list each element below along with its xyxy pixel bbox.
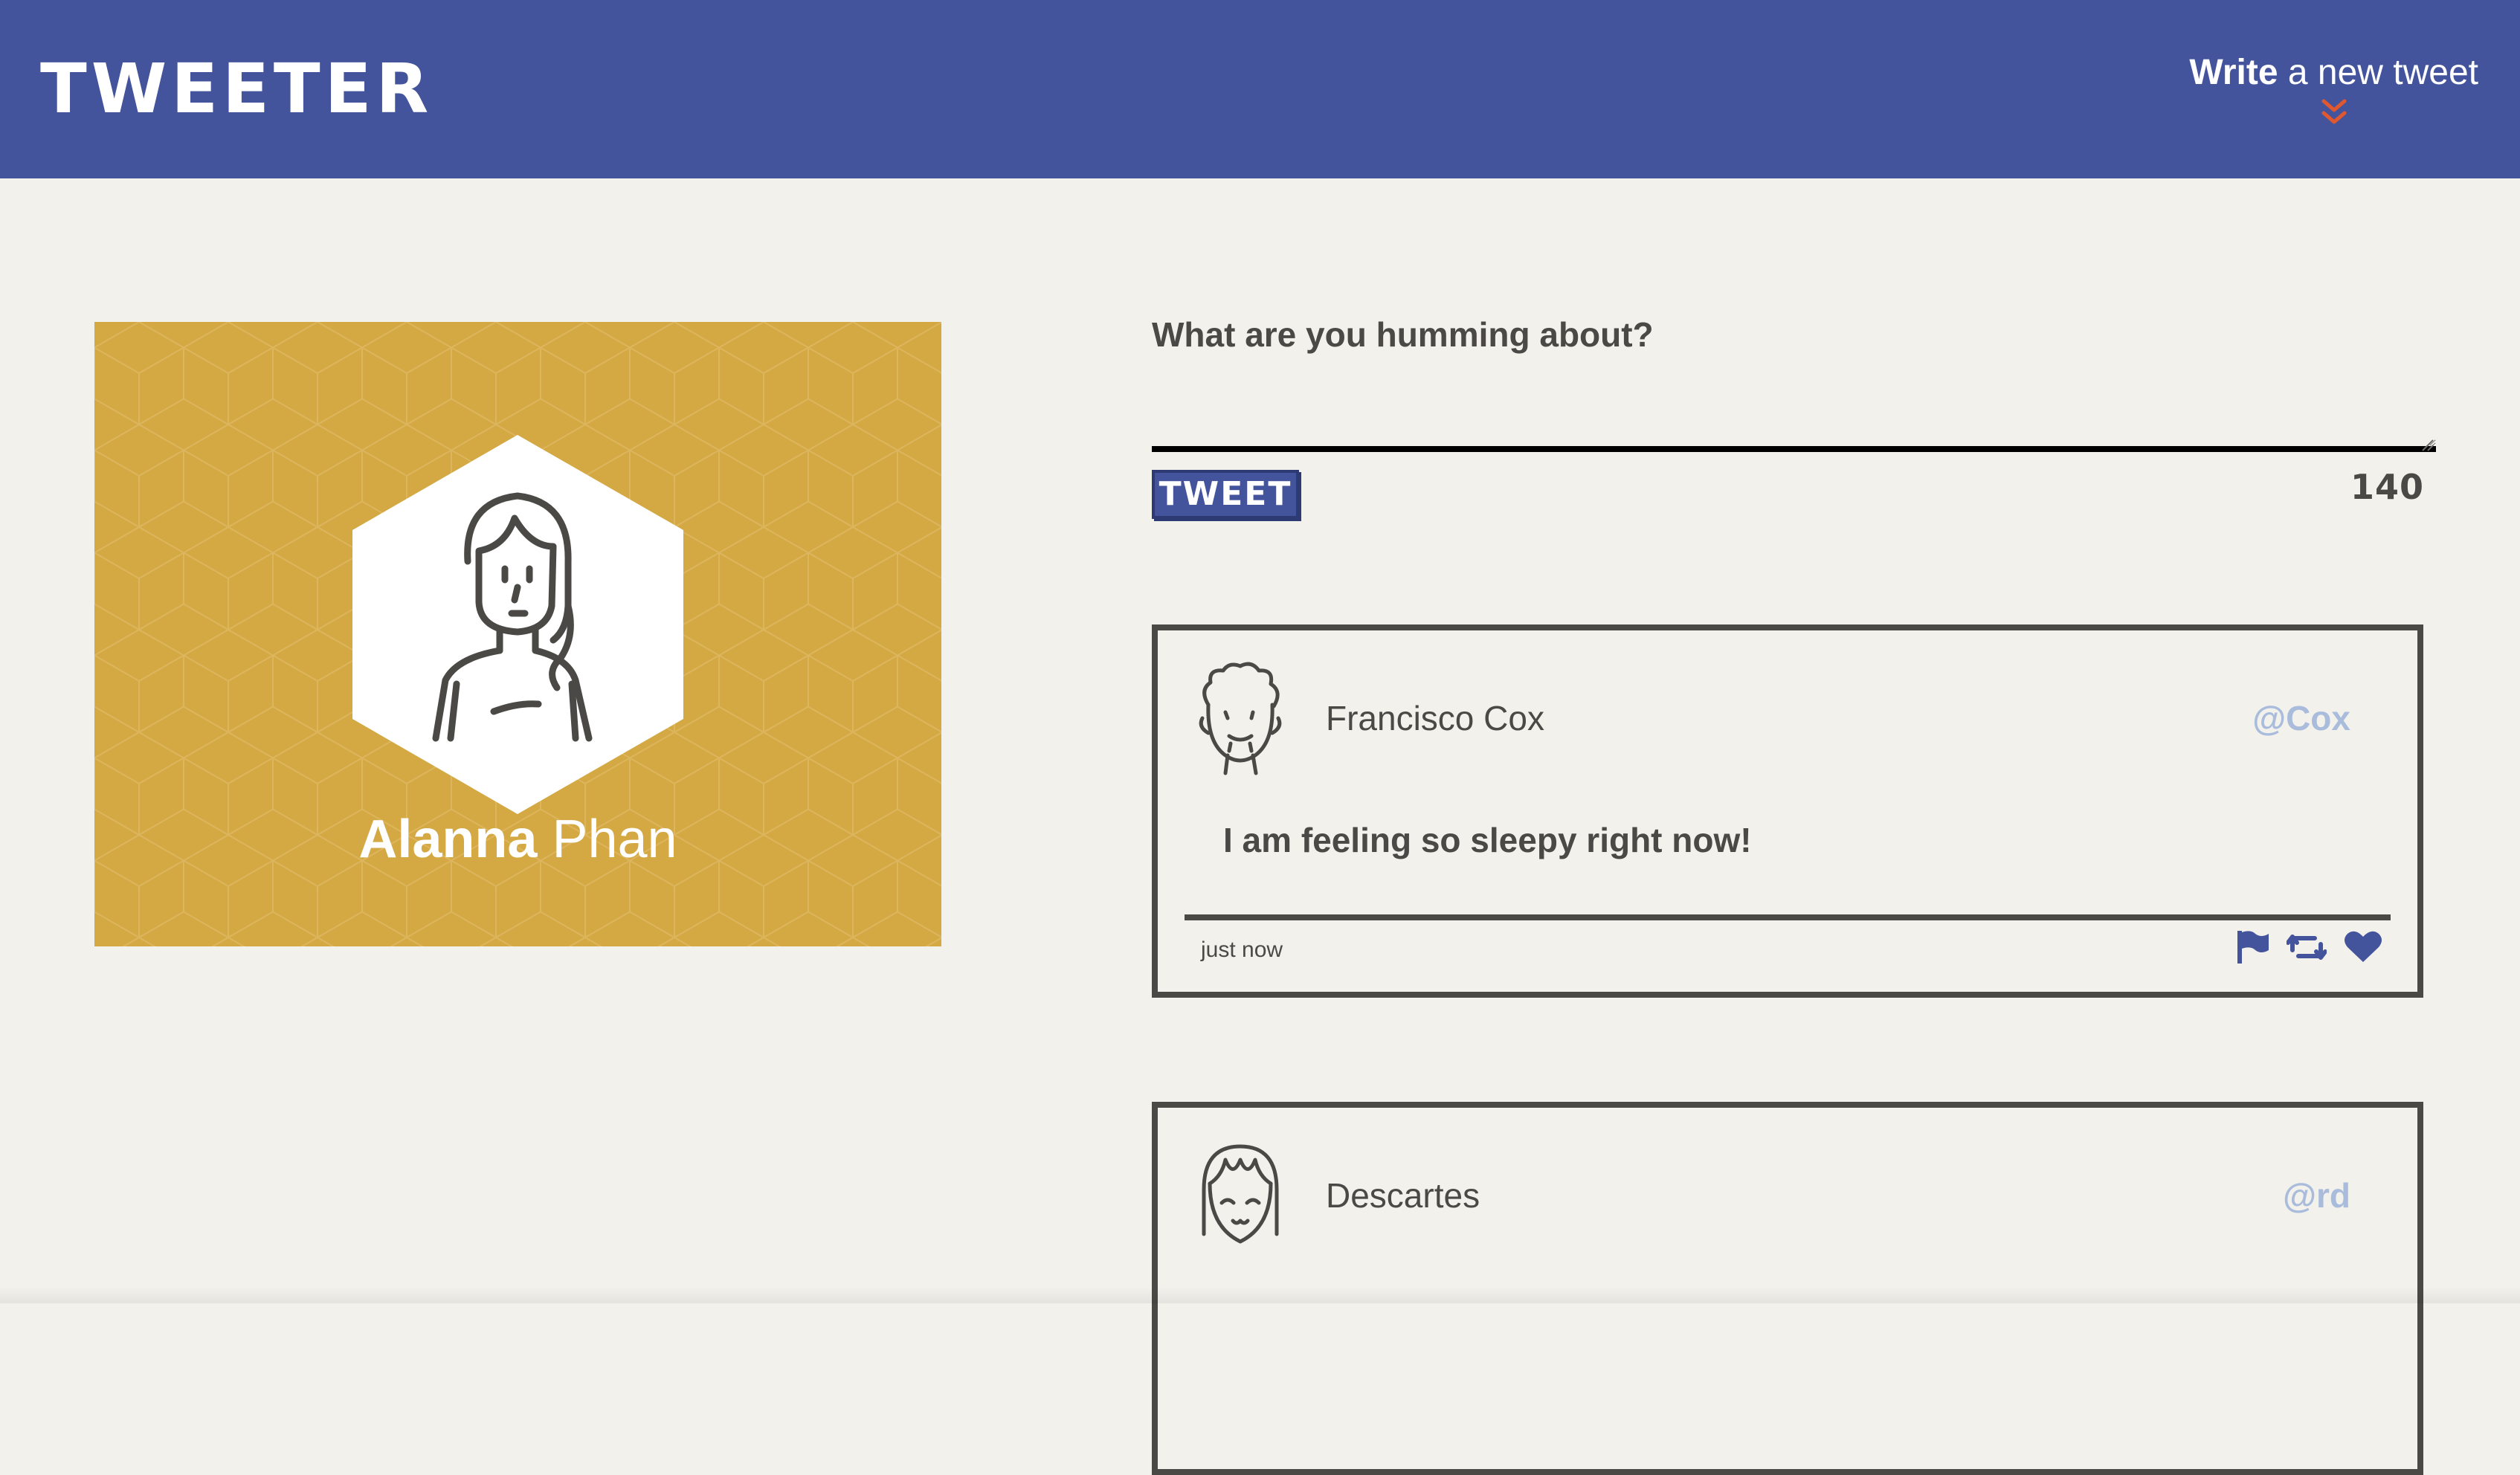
tweet-actions bbox=[2234, 929, 2383, 969]
profile-card: Alanna Phan bbox=[94, 322, 941, 946]
author-avatar bbox=[1192, 1137, 1289, 1256]
write-word: Write bbox=[2189, 53, 2278, 92]
resize-grip-icon[interactable] bbox=[2420, 437, 2434, 452]
tweet-card: Francisco Cox @Cox I am feeling so sleep… bbox=[1152, 624, 2423, 998]
scroll-shadow bbox=[0, 1287, 2520, 1303]
tweet-textarea[interactable] bbox=[1152, 357, 2436, 452]
tweet-handle[interactable]: @rd bbox=[2283, 1175, 2350, 1216]
write-new-tweet-label: Write a new tweet bbox=[2189, 52, 2478, 94]
retweet-icon[interactable] bbox=[2287, 929, 2327, 969]
tweet-divider bbox=[1185, 914, 2391, 920]
tweet-button[interactable]: TWEET bbox=[1152, 470, 1299, 519]
tweet-author: Descartes bbox=[1326, 1175, 1480, 1216]
flag-icon[interactable] bbox=[2234, 929, 2270, 969]
user-avatar bbox=[352, 435, 683, 814]
composer-prompt: What are you humming about? bbox=[1152, 312, 2436, 357]
tweet-author: Francisco Cox bbox=[1326, 697, 1544, 739]
write-new-tweet-toggle[interactable]: Write a new tweet bbox=[2189, 52, 2478, 128]
new-tweet-composer: What are you humming about? TWEET 140 bbox=[1152, 312, 2436, 452]
top-nav: TWEETER Write a new tweet bbox=[0, 0, 2520, 178]
character-counter: 140 bbox=[2350, 467, 2424, 507]
profile-first-name: Alanna bbox=[358, 810, 537, 869]
brand-logo[interactable]: TWEETER bbox=[40, 55, 433, 123]
author-avatar bbox=[1192, 660, 1289, 779]
tweet-content: I am feeling so sleepy right now! bbox=[1223, 819, 1752, 861]
profile-name: Alanna Phan bbox=[94, 813, 941, 866]
tweet-handle[interactable]: @Cox bbox=[2252, 697, 2350, 739]
double-chevron-down-icon bbox=[2319, 98, 2349, 128]
new-tweet-words: a new tweet bbox=[2278, 53, 2478, 92]
profile-last-name: Phan bbox=[537, 810, 677, 869]
tweet-timestamp: just now bbox=[1201, 935, 1283, 965]
heart-icon[interactable] bbox=[2343, 929, 2383, 969]
